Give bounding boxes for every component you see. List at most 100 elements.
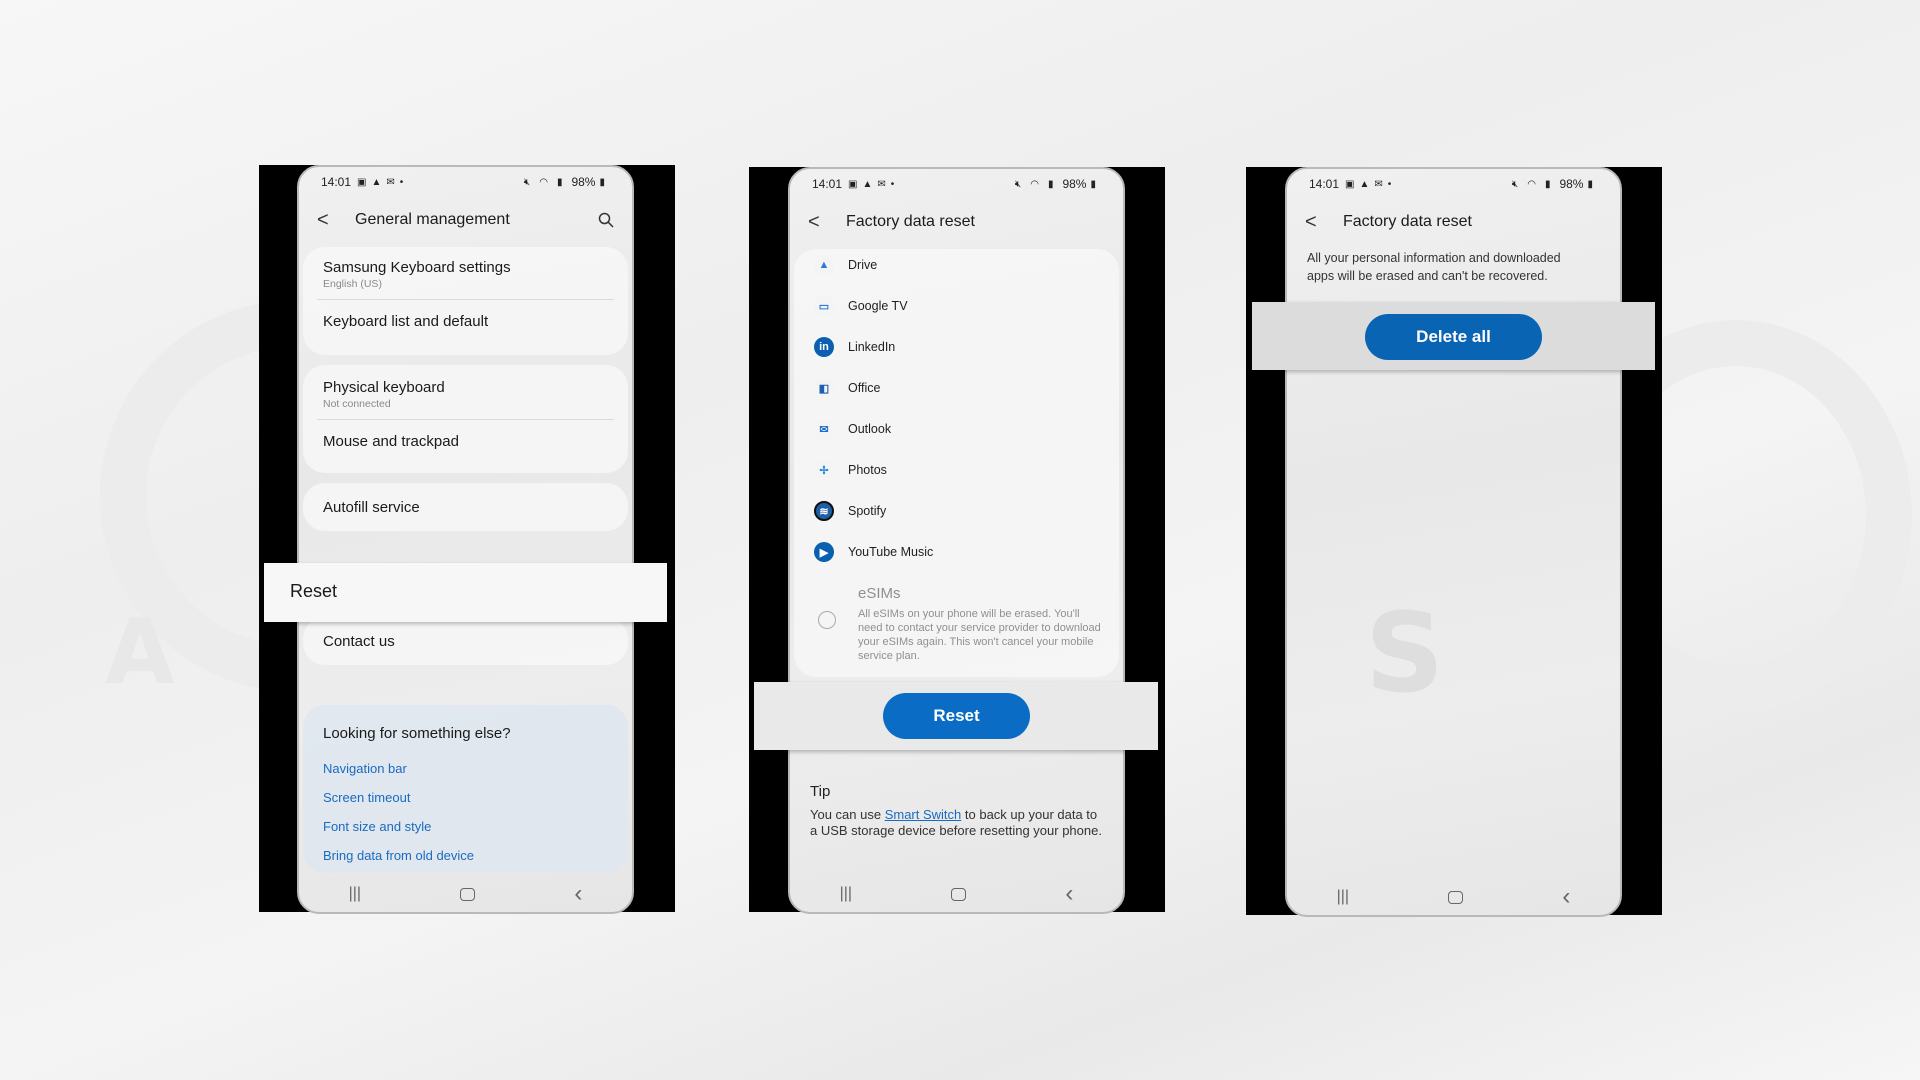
esim-description: All eSIMs on your phone will be erased. …: [858, 608, 1101, 662]
dot-icon: •: [890, 178, 895, 190]
link-screen-timeout[interactable]: Screen timeout: [323, 790, 410, 805]
tip-text: You can use Smart Switch to back up your…: [810, 807, 1102, 838]
battery-icon: ▮: [599, 176, 605, 188]
back-icon[interactable]: <: [808, 211, 836, 234]
battery-percent: 98%: [1559, 177, 1584, 191]
delete-all-button[interactable]: Delete all: [1365, 314, 1542, 360]
reset-button-highlight: Reset: [754, 682, 1158, 750]
photos-icon: ✢: [814, 460, 834, 480]
list-item-mouse-trackpad[interactable]: Mouse and trackpad: [323, 433, 608, 450]
list-item-keyboard-list[interactable]: Keyboard list and default: [323, 313, 608, 330]
esim-radio[interactable]: [818, 611, 836, 629]
nav-bar: ||| ‹: [790, 880, 1123, 908]
phone-factory-reset: 14:01 ▣ ▲ ✉ • 🔇︎ ◠ ▮ 98% ▮ < Factory dat…: [749, 167, 1165, 914]
dot-icon: •: [1387, 178, 1392, 190]
input-devices-card: Physical keyboard Not connected Mouse an…: [303, 365, 628, 473]
wifi-icon: ◠: [1527, 178, 1536, 190]
contact-card: Contact us: [303, 617, 628, 665]
link-font-size[interactable]: Font size and style: [323, 819, 431, 834]
header: < Factory data reset: [1305, 207, 1602, 237]
spotify-icon: ≋: [814, 501, 834, 521]
delete-all-highlight: Delete all: [1252, 302, 1655, 370]
status-bar: 14:01 ▣ ▲ ✉ • 🔇︎ ◠ ▮ 98% ▮: [321, 173, 610, 191]
list-item-app: ✢ Photos: [814, 458, 1099, 482]
smart-switch-link[interactable]: Smart Switch: [885, 807, 962, 822]
tip-title: Tip: [810, 783, 831, 800]
battery-icon: ▮: [1587, 178, 1593, 190]
reset-button[interactable]: Reset: [883, 693, 1030, 739]
battery-percent: 98%: [1062, 177, 1087, 191]
header: < General management: [317, 205, 614, 235]
suggestions-title: Looking for something else?: [323, 725, 511, 742]
page-title: General management: [355, 211, 510, 228]
message-icon: ✉: [1374, 178, 1383, 190]
home-button[interactable]: [951, 887, 967, 901]
wifi-icon: ◠: [539, 176, 548, 188]
nav-bar: ||| ‹: [299, 880, 632, 908]
signal-icon: ▮: [556, 176, 563, 188]
reset-item-highlight[interactable]: Reset: [264, 563, 667, 622]
nav-back-button[interactable]: ‹: [574, 880, 582, 908]
screen-delete-all: 14:01 ▣ ▲ ✉ • 🔇︎ ◠ ▮ 98% ▮ < Factory dat…: [1285, 167, 1622, 917]
mute-icon: 🔇︎: [1014, 178, 1022, 190]
phone-delete-all: 14:01 ▣ ▲ ✉ • 🔇︎ ◠ ▮ 98% ▮ < Factory dat…: [1246, 167, 1662, 917]
signal-icon: ▮: [1544, 178, 1551, 190]
esim-title: eSIMs: [858, 585, 901, 602]
google-drive-icon: ▲: [814, 255, 834, 275]
status-time: 14:01: [321, 175, 352, 189]
outlook-icon: ✉: [814, 419, 834, 439]
link-navigation-bar[interactable]: Navigation bar: [323, 761, 407, 776]
divider: [317, 299, 614, 300]
battery-icon: ▮: [1090, 178, 1096, 190]
page-title: Factory data reset: [846, 213, 975, 230]
gallery-icon: ▣: [1345, 178, 1355, 190]
wifi-icon: ◠: [1030, 178, 1039, 190]
list-item-autofill[interactable]: Autofill service: [323, 499, 608, 516]
keyboard-card: Samsung Keyboard settings English (US) K…: [303, 247, 628, 355]
watermark-letter: A: [105, 600, 175, 705]
status-bar: 14:01 ▣ ▲ ✉ • 🔇︎ ◠ ▮ 98% ▮: [812, 175, 1101, 193]
back-icon[interactable]: <: [1305, 211, 1333, 234]
recents-button[interactable]: |||: [1337, 888, 1349, 906]
apps-card: ▲ Drive ▭ Google TV in LinkedIn ◧ Office…: [794, 249, 1119, 677]
status-bar: 14:01 ▣ ▲ ✉ • 🔇︎ ◠ ▮ 98% ▮: [1309, 175, 1598, 193]
drive-notification-icon: ▲: [371, 176, 382, 188]
dot-icon: •: [399, 176, 404, 188]
suggestions-card: Looking for something else? Navigation b…: [303, 705, 628, 873]
nav-back-button[interactable]: ‹: [1065, 880, 1073, 908]
list-item-app: ▭ Google TV: [814, 294, 1099, 318]
mute-icon: 🔇︎: [1511, 178, 1519, 190]
recents-button[interactable]: |||: [840, 885, 852, 903]
search-icon[interactable]: [598, 212, 614, 228]
gallery-icon: ▣: [357, 176, 367, 188]
home-button[interactable]: [1448, 890, 1464, 904]
gallery-icon: ▣: [848, 178, 858, 190]
list-item-app: in LinkedIn: [814, 335, 1099, 359]
google-tv-icon: ▭: [814, 296, 834, 316]
screen-general-management: 14:01 ▣ ▲ ✉ • 🔇︎ ◠ ▮ 98% ▮ < General man…: [297, 165, 634, 914]
recents-button[interactable]: |||: [349, 885, 361, 903]
list-item-physical-keyboard[interactable]: Physical keyboard Not connected: [323, 379, 608, 410]
list-item-app: ◧ Office: [814, 376, 1099, 400]
link-bring-data[interactable]: Bring data from old device: [323, 848, 474, 863]
home-button[interactable]: [460, 887, 476, 901]
autofill-card: Autofill service: [303, 483, 628, 531]
divider: [317, 419, 614, 420]
list-item-samsung-keyboard[interactable]: Samsung Keyboard settings English (US): [323, 259, 608, 290]
screen-factory-reset: 14:01 ▣ ▲ ✉ • 🔇︎ ◠ ▮ 98% ▮ < Factory dat…: [788, 167, 1125, 914]
nav-back-button[interactable]: ‹: [1562, 883, 1570, 911]
list-item-app: ✉ Outlook: [814, 417, 1099, 441]
back-icon[interactable]: <: [317, 209, 345, 232]
warning-text: All your personal information and downlo…: [1307, 251, 1561, 283]
list-item-app: ≋ Spotify: [814, 499, 1099, 523]
message-icon: ✉: [877, 178, 886, 190]
linkedin-icon: in: [814, 337, 834, 357]
reset-label: Reset: [290, 581, 338, 601]
drive-notification-icon: ▲: [862, 178, 873, 190]
page-title: Factory data reset: [1343, 213, 1472, 230]
nav-bar: ||| ‹: [1287, 883, 1620, 911]
header: < Factory data reset: [808, 207, 1105, 237]
list-item-app: ▲ Drive: [814, 253, 1099, 277]
status-time: 14:01: [1309, 177, 1340, 191]
list-item-contact-us[interactable]: Contact us: [323, 633, 608, 650]
